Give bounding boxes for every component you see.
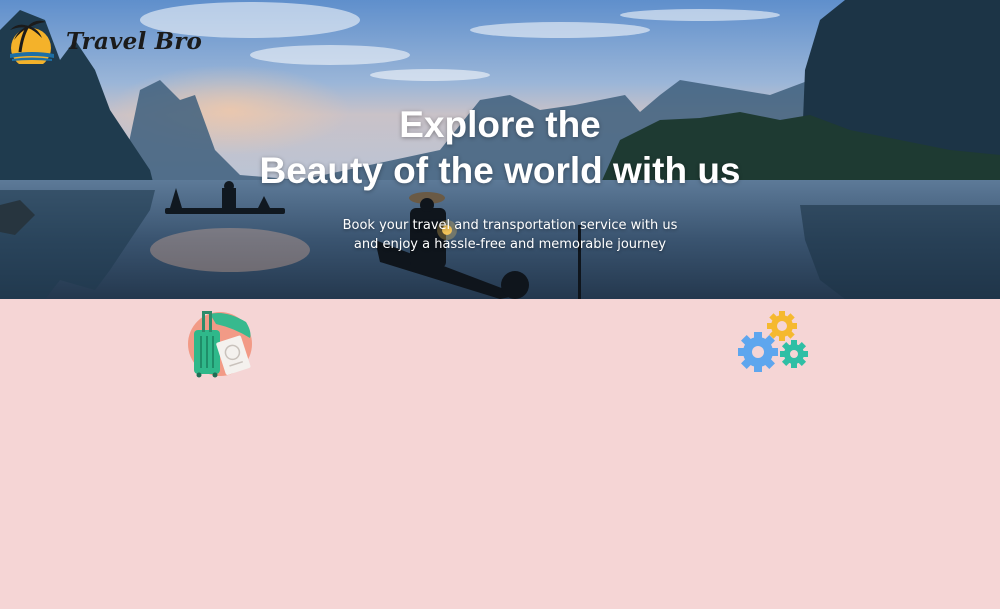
luggage-passport-icon (188, 311, 252, 378)
hero-subtitle-line-2: and enjoy a hassle-free and memorable jo… (353, 237, 667, 252)
gears-icon (738, 311, 808, 372)
hero-subtitle-line-1: Book your travel and transportation serv… (342, 218, 678, 233)
feature-travel (186, 308, 254, 378)
brand-name: Travel Bro (66, 27, 203, 55)
hero-title-line-1: Explore the (399, 104, 601, 145)
palm-sunset-icon (10, 20, 54, 64)
hero-title-line-2: Beauty of the world with us (259, 150, 741, 191)
hero-banner: Travel Bro Explore the Beauty of the wor… (0, 0, 1000, 299)
hero-title: Explore the Beauty of the world with us (200, 102, 800, 194)
hero-subtitle: Book your travel and transportation serv… (250, 216, 770, 254)
brand-logo[interactable]: Travel Bro (6, 18, 202, 64)
feature-services (736, 310, 812, 376)
